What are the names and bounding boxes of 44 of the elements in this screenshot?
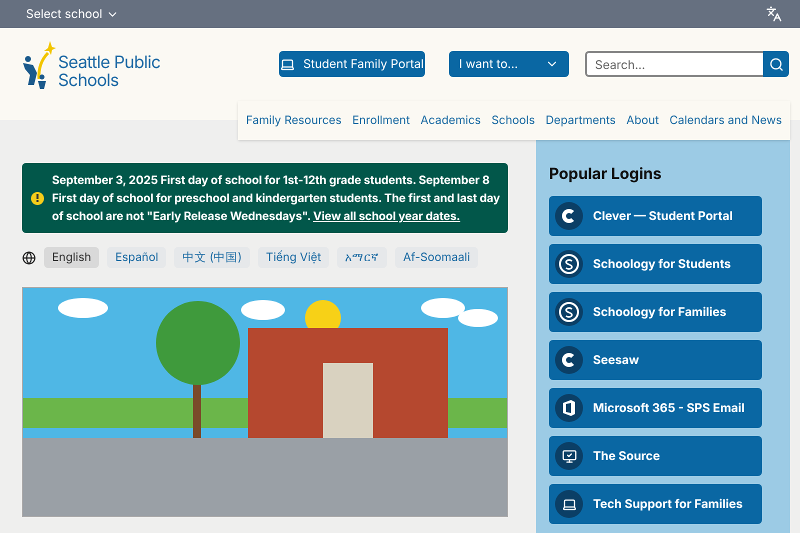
nav-link[interactable]: Academics	[420, 112, 481, 130]
logo[interactable]: Seattle Public Schools	[22, 38, 160, 90]
translate-icon[interactable]	[766, 6, 782, 22]
login-link[interactable]: Schoology for Students	[549, 244, 762, 284]
nav-link[interactable]: Schools	[492, 112, 535, 130]
logo-text: Seattle Public	[58, 54, 160, 72]
school-select[interactable]: Select school	[26, 5, 120, 23]
globe-icon	[22, 250, 36, 264]
search-field[interactable]: Search...	[585, 51, 763, 77]
language-tab[interactable]: አማርኛ	[337, 247, 388, 268]
login-link[interactable]: Microsoft 365 - SPS Email	[549, 388, 762, 428]
alert-link[interactable]: View all school year dates.	[313, 209, 460, 223]
logo-figures-icon	[22, 39, 56, 89]
language-tab[interactable]: 中文 (中国)	[174, 247, 250, 268]
exclamation-icon	[31, 192, 44, 204]
office-logo-icon	[555, 394, 583, 422]
nav-link[interactable]: Departments	[546, 112, 616, 130]
login-link[interactable]: The Source	[549, 436, 762, 476]
language-tab[interactable]: English	[44, 247, 100, 268]
s-logo-icon	[555, 250, 583, 278]
s-logo-icon	[555, 298, 583, 326]
laptop-icon	[555, 490, 583, 518]
monitor-icon	[555, 442, 583, 470]
menu-dropdown[interactable]: I want to...	[449, 51, 569, 77]
panel-title: Popular Logins	[549, 163, 663, 185]
login-link[interactable]: Tech Support for Families	[549, 484, 762, 524]
login-link[interactable]: Clever — Student Portal	[549, 196, 762, 236]
nav-link[interactable]: Family Resources	[246, 112, 342, 130]
c-logo-icon	[555, 202, 583, 230]
language-tab[interactable]: Español	[107, 247, 166, 268]
nav-link[interactable]: About	[626, 112, 659, 130]
login-link[interactable]: Seesaw	[549, 340, 762, 380]
language-tab[interactable]: Af-Soomaali	[395, 247, 478, 268]
search-button[interactable]	[763, 51, 789, 77]
nav-link[interactable]: Calendars and News	[670, 112, 782, 130]
portal-button[interactable]: Student Family Portal	[279, 51, 425, 77]
alert-text: September 3, 2025 First day of school for 1st-12th grade students. September 8 First day of school for preschool and kindergarten students. The first and last day of school are not "Early Release Wednesdays". View all school year dates.	[52, 172, 500, 225]
c-logo-icon	[555, 346, 583, 374]
nav-link[interactable]: Enrollment	[352, 112, 410, 130]
search-icon	[768, 56, 784, 72]
logo-text: Schools	[58, 72, 120, 90]
login-link[interactable]: Schoology for Families	[549, 292, 762, 332]
language-tab[interactable]: Tiếng Việt	[258, 247, 330, 268]
laptop-icon	[280, 56, 296, 72]
